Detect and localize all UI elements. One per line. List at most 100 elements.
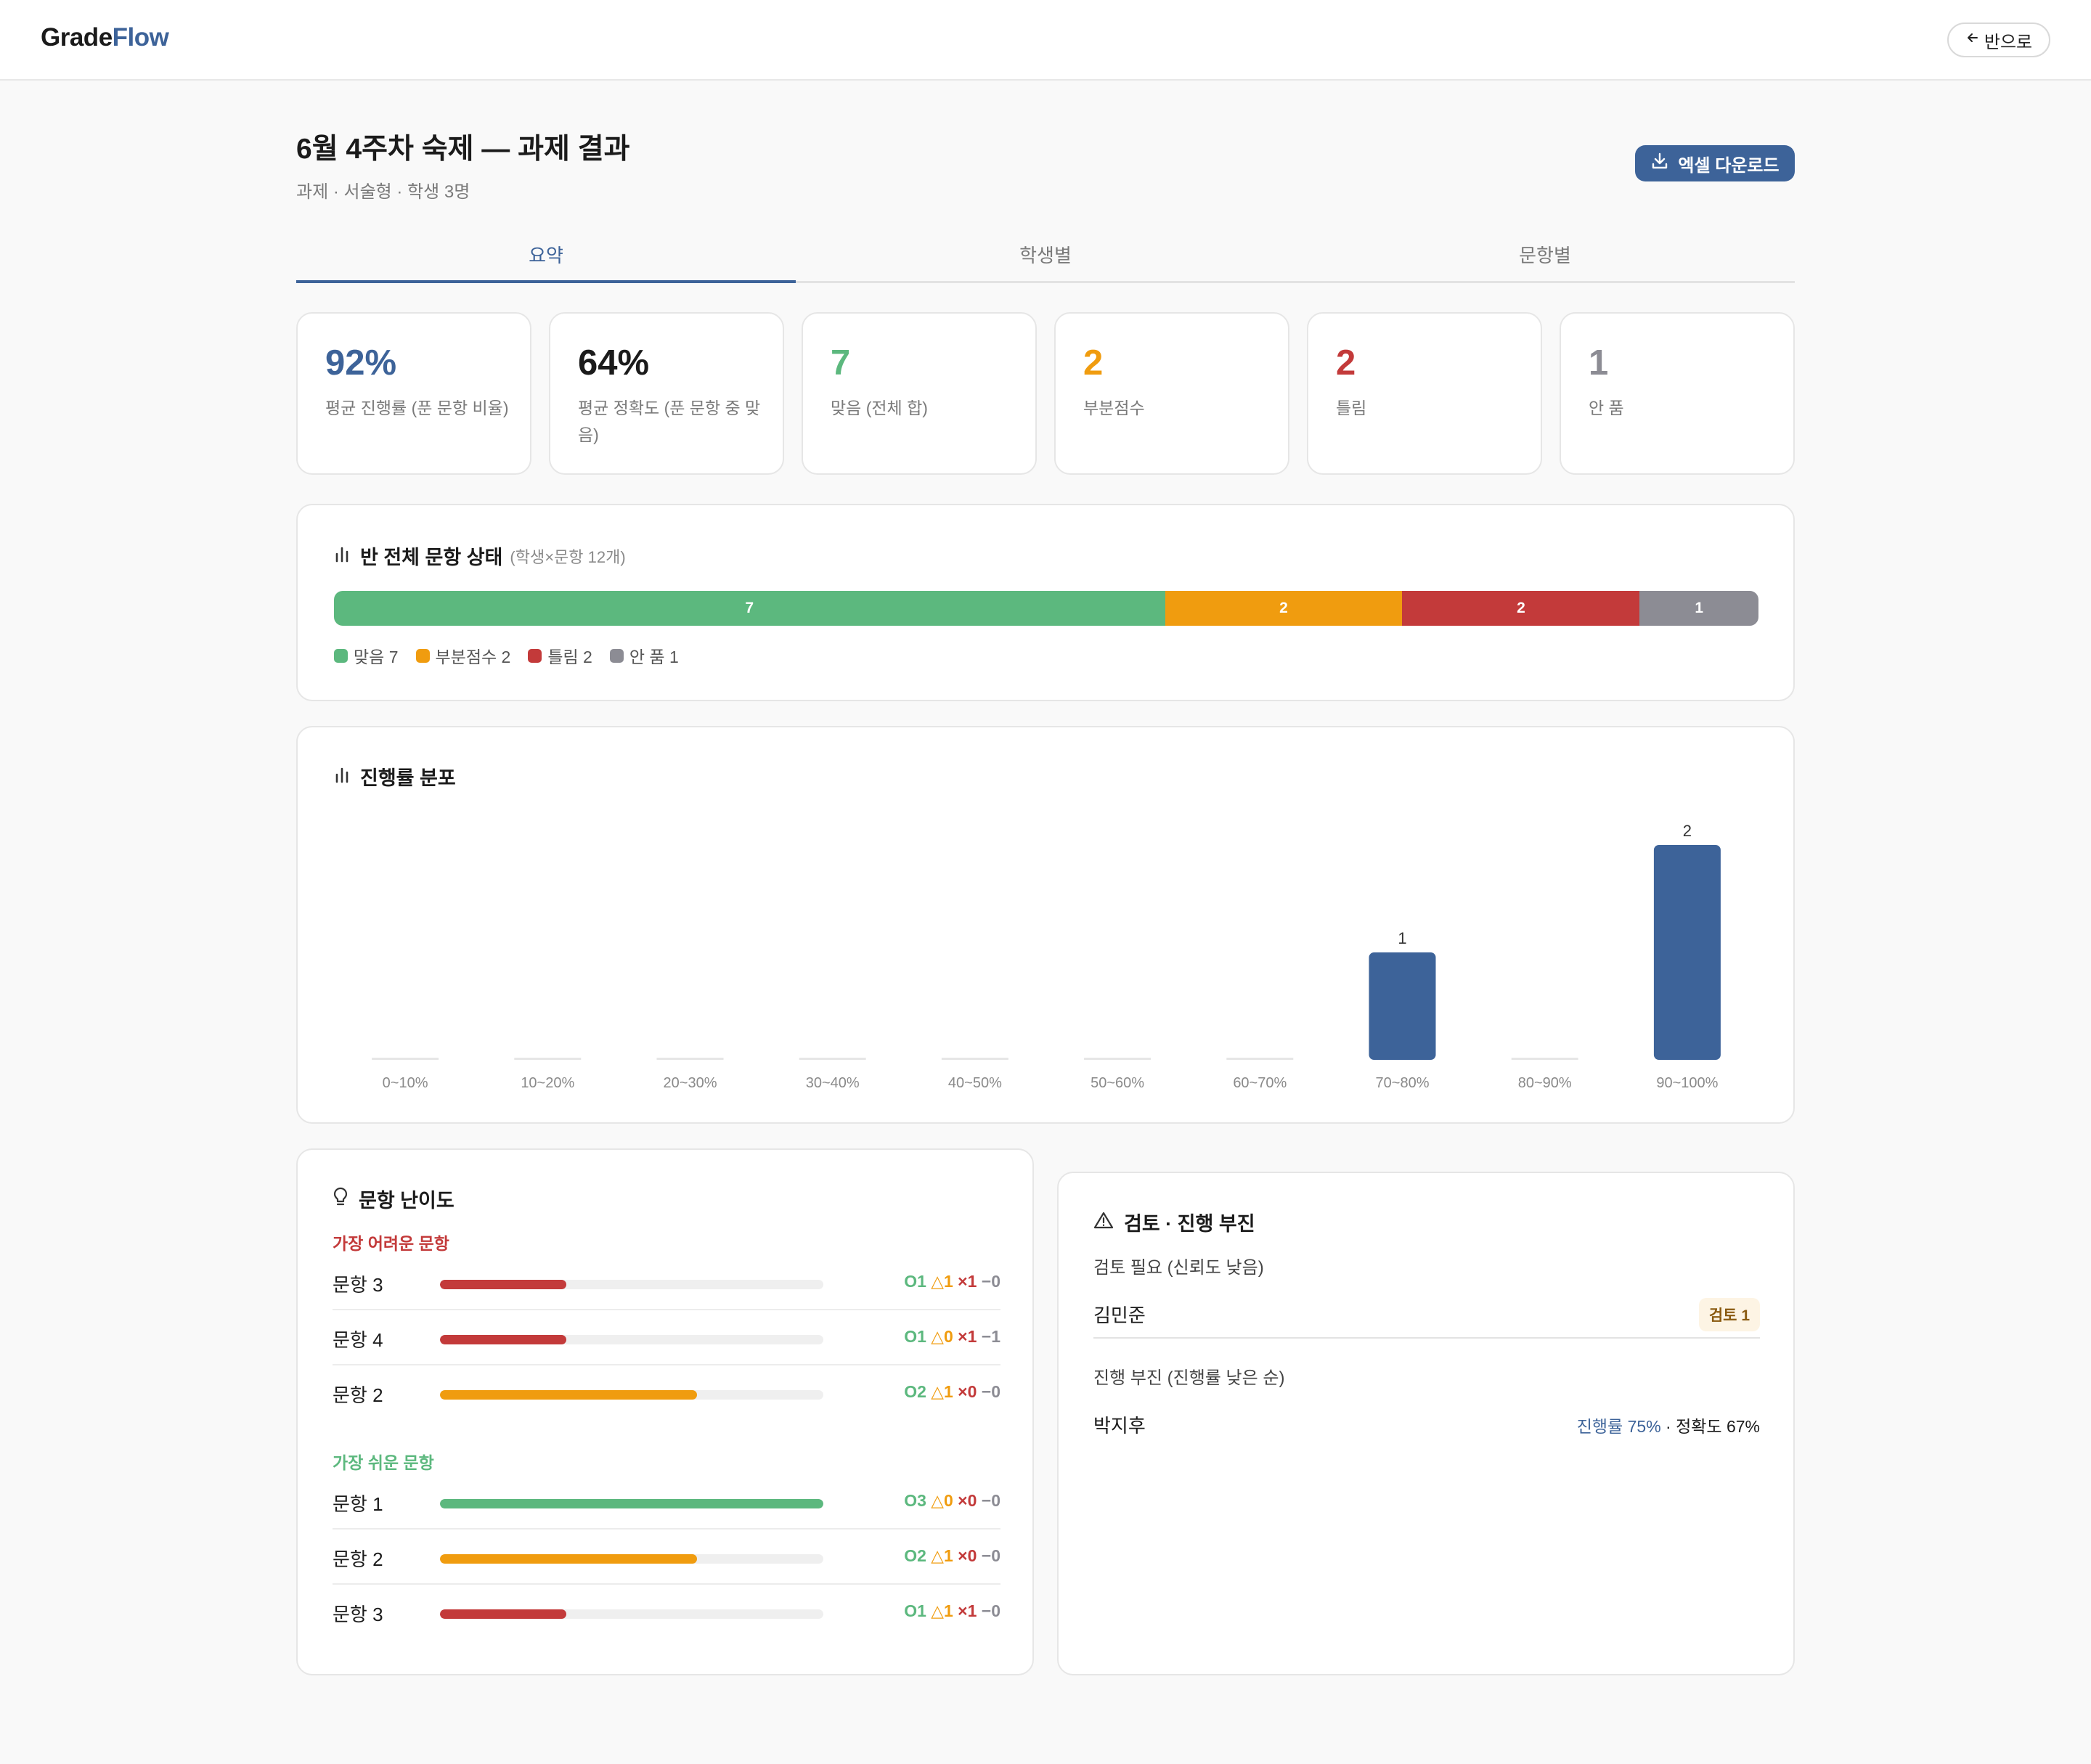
correct-rate-track [440,1280,823,1289]
answer-counts: O2 △1 ×0 −0 [904,1546,1000,1566]
bar [1369,952,1436,1060]
stat-value: 2 [1083,343,1104,383]
review-title: 검토 · 진행 부진 [1124,1213,1255,1235]
count-wrong: ×0 [958,1546,977,1565]
correct-rate-fill [440,1335,567,1344]
legend-swatch [528,648,542,663]
difficulty-title: 문항 난이도 [359,1190,455,1212]
excel-download-button[interactable]: 엑셀 다운로드 [1635,145,1795,181]
tab-by-question[interactable]: 문항별 [1295,234,1795,281]
status-legend: 맞음 7 부분점수 2 틀림 2 안 품 1 [334,643,679,668]
x-tick-label: 10~20% [521,1075,574,1091]
count-wrong: ×0 [958,1491,977,1510]
stat-value: 92% [325,343,397,383]
difficulty-row[interactable]: 문항 3 O1 △1 ×1 −0 [333,1256,1000,1310]
answer-counts: O1 △1 ×1 −0 [904,1272,1000,1291]
stat-card-avg-progress: 92% 평균 진행률 (푼 문항 비율) [296,312,531,475]
bar [1226,1058,1294,1060]
bar [372,1058,439,1060]
status-overview-card: 반 전체 문항 상태 (학생×문항 12개) 7 2 2 1 맞음 7 부분점수… [296,504,1795,701]
legend-item-unanswered: 안 품 1 [609,643,679,668]
bar [799,1058,866,1060]
hardest-label: 가장 어려운 문항 [333,1234,449,1253]
legend-item-correct: 맞음 7 [334,643,399,668]
stat-label: 틀림 [1336,399,1367,417]
x-tick-label: 70~80% [1376,1075,1430,1091]
bar [656,1058,724,1060]
count-partial: △1 [931,1601,953,1620]
x-tick-label: 40~50% [948,1075,1002,1091]
difficulty-row[interactable]: 문항 2 O2 △1 ×0 −0 [333,1530,1000,1585]
x-tick-label: 0~10% [383,1075,428,1091]
question-name: 문항 1 [333,1493,383,1515]
segment-wrong: 2 [1402,591,1640,626]
accuracy-value: 정확도 67% [1676,1417,1760,1436]
count-unanswered: −0 [981,1546,1000,1565]
answer-counts: O1 △1 ×1 −0 [904,1601,1000,1621]
difficulty-row[interactable]: 문항 2 O2 △1 ×0 −0 [333,1366,1000,1421]
logo-text-main: Grade [41,23,113,52]
count-unanswered: −0 [981,1272,1000,1291]
answer-counts: O3 △0 ×0 −0 [904,1491,1000,1511]
student-metrics: 진행률 75% · 정확도 67% [1577,1413,1760,1437]
count-unanswered: −1 [981,1327,1000,1346]
stat-label: 안 품 [1589,399,1624,417]
count-partial: △1 [931,1546,953,1565]
count-unanswered: −0 [981,1601,1000,1620]
answer-counts: O1 △0 ×1 −1 [904,1327,1000,1347]
logo-text-accent: Flow [112,23,169,52]
legend-item-partial: 부분점수 2 [415,643,510,668]
review-card: 검토 · 진행 부진 검토 필요 (신뢰도 낮음) 김민준 검토 1 진행 부진… [1057,1172,1795,1675]
bar [1511,1058,1578,1060]
legend-swatch [415,648,430,663]
bar [1084,1058,1152,1060]
back-to-class-button[interactable]: 반으로 [1947,23,2050,57]
correct-rate-fill [440,1609,567,1619]
warning-triangle-icon [1093,1211,1114,1233]
question-name: 문항 3 [333,1604,383,1625]
review-count-badge: 검토 1 [1698,1298,1760,1331]
legend-swatch [609,648,624,663]
legend-label: 맞음 7 [354,648,399,666]
correct-rate-track [440,1390,823,1400]
app-logo[interactable]: GradeFlow [41,23,169,52]
difficulty-row[interactable]: 문항 1 O3 △0 ×0 −0 [333,1475,1000,1530]
status-overview-title: 반 전체 문항 상태 [360,547,503,568]
slow-student-row[interactable]: 박지후 진행률 75% · 정확도 67% [1093,1398,1760,1449]
correct-rate-track [440,1335,823,1344]
stat-card-wrong: 2 틀림 [1307,312,1542,475]
student-name: 박지후 [1093,1415,1146,1437]
x-tick-label: 30~40% [806,1075,860,1091]
difficulty-row[interactable]: 문항 4 O1 △0 ×1 −1 [333,1311,1000,1365]
review-student-row[interactable]: 김민준 검토 1 [1093,1288,1760,1339]
correct-rate-fill [440,1280,567,1289]
x-tick-label: 50~60% [1091,1075,1144,1091]
bar-value-label: 2 [1683,822,1692,840]
tab-by-student[interactable]: 학생별 [796,234,1295,281]
lightbulb-icon [333,1187,348,1211]
stat-card-correct: 7 맞음 (전체 합) [802,312,1037,475]
question-name: 문항 2 [333,1384,383,1406]
tab-summary[interactable]: 요약 [296,234,796,283]
count-correct: O2 [904,1546,926,1565]
count-correct: O2 [904,1382,926,1401]
progress-distribution-card: 진행률 분포 0~10% 10~20% 20~30% 30~40% 40~50% 50~6… [296,726,1795,1124]
status-stacked-bar: 7 2 2 1 [334,591,1758,626]
correct-rate-fill [440,1554,697,1564]
segment-unanswered: 1 [1639,591,1758,626]
legend-swatch [334,648,348,663]
bar-value-label: 1 [1398,929,1406,947]
page-title: 6월 4주차 숙제 — 과제 결과 [296,134,630,165]
view-tabs: 요약 학생별 문항별 [296,234,1795,283]
progress-distribution-chart: 0~10% 10~20% 20~30% 30~40% 40~50% 50~60% 60~70… [372,822,1721,1091]
question-name: 문항 2 [333,1548,383,1570]
difficulty-row[interactable]: 문항 3 O1 △1 ×1 −0 [333,1585,1000,1640]
count-partial: △0 [931,1491,953,1510]
x-tick-label: 90~100% [1656,1075,1718,1091]
status-overview-note: (학생×문항 12개) [510,547,626,566]
count-correct: O3 [904,1491,926,1510]
bar [941,1058,1008,1060]
count-wrong: ×1 [958,1601,977,1620]
x-tick-label: 80~90% [1518,1075,1572,1091]
count-unanswered: −0 [981,1382,1000,1401]
